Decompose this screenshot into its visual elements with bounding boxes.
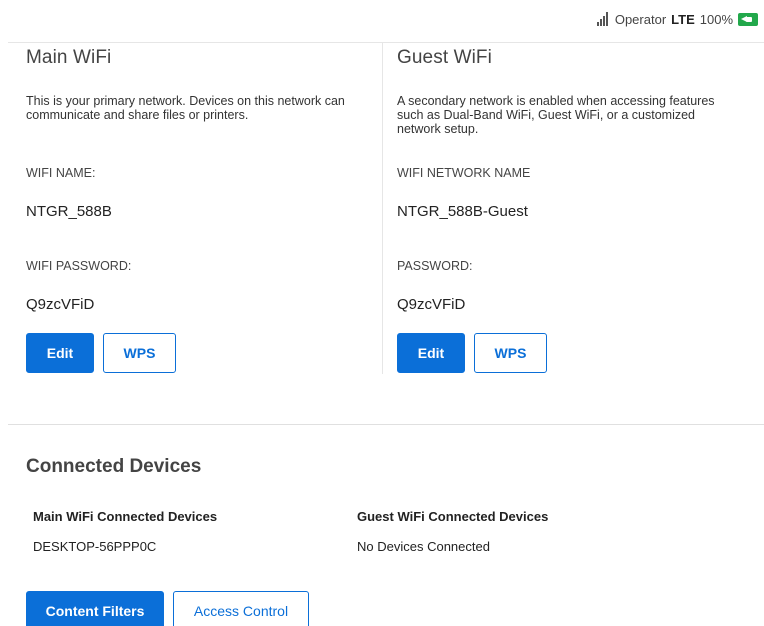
status-bar: Operator LTE 100% [596, 10, 758, 28]
operator-name: Operator [614, 11, 667, 27]
top-divider [8, 42, 764, 43]
signal-bars-icon [596, 12, 608, 26]
guest-wifi-edit-button[interactable]: Edit [397, 333, 465, 373]
guest-connected-devices: Guest WiFi Connected Devices No Devices … [357, 508, 548, 556]
main-wifi-name-label: WIFI NAME: [26, 166, 96, 180]
guest-wifi-name-label: WIFI NETWORK NAME [397, 166, 531, 180]
list-item: DESKTOP-56PPP0C [33, 539, 157, 554]
main-wifi-description: This is your primary network. Devices on… [26, 94, 345, 122]
guest-wifi-panel: Guest WiFi A secondary network is enable… [397, 46, 742, 373]
section-divider [8, 424, 764, 425]
main-wifi-edit-button[interactable]: Edit [26, 333, 94, 373]
guest-wifi-description: A secondary network is enabled when acce… [397, 94, 715, 136]
main-wifi-password-value: Q9zcVFiD [26, 296, 95, 313]
guest-wifi-password-label: PASSWORD: [397, 259, 473, 273]
main-wifi-panel: Main WiFi This is your primary network. … [26, 46, 371, 373]
connected-devices-title: Connected Devices [26, 456, 202, 477]
main-wifi-title: Main WiFi [26, 47, 112, 68]
main-connected-devices: Main WiFi Connected Devices DESKTOP-56PP… [33, 508, 217, 556]
battery-percentage: 100% [699, 11, 733, 27]
main-wifi-wps-button[interactable]: WPS [103, 333, 176, 373]
access-control-button[interactable]: Access Control [173, 591, 309, 626]
main-wifi-password-label: WIFI PASSWORD: [26, 259, 132, 273]
main-connected-devices-heading: Main WiFi Connected Devices [33, 509, 218, 524]
main-wifi-name-value: NTGR_588B [26, 203, 112, 220]
guest-wifi-name-value: NTGR_588B-Guest [397, 203, 528, 220]
guest-connected-devices-heading: Guest WiFi Connected Devices [357, 509, 549, 524]
column-divider [382, 42, 383, 374]
content-filters-button[interactable]: Content Filters [26, 591, 164, 626]
guest-wifi-wps-button[interactable]: WPS [474, 333, 547, 373]
guest-wifi-password-value: Q9zcVFiD [397, 296, 466, 313]
guest-wifi-title: Guest WiFi [397, 47, 492, 68]
network-type: LTE [671, 11, 695, 27]
battery-charging-icon [738, 12, 758, 26]
list-item: No Devices Connected [357, 539, 490, 554]
